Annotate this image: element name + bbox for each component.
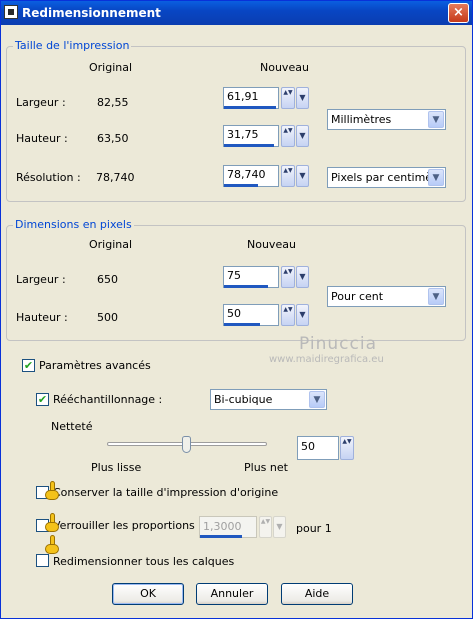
resample-method-select[interactable]: Bi-cubique ▼	[210, 389, 327, 410]
advanced-settings-label: Paramètres avancés	[39, 359, 151, 372]
print-width-dropdown-icon[interactable]: ▼	[296, 87, 309, 109]
chevron-down-icon[interactable]: ▼	[428, 288, 444, 305]
lock-ratio-label: Verrouiller les proportions :	[53, 519, 202, 532]
advanced-settings-checkbox[interactable]: ✔	[22, 359, 35, 372]
sharpness-spinner[interactable]: 50 ▲▼	[297, 436, 354, 460]
resolution-spinner[interactable]: 78,740 ▲▼ ▼	[223, 165, 309, 188]
print-height-label: Hauteur :	[16, 132, 68, 145]
resolution-label: Résolution :	[16, 171, 81, 184]
print-height-updown-icon[interactable]: ▲▼	[281, 125, 295, 147]
pixel-height-dropdown-icon[interactable]: ▼	[296, 304, 309, 326]
pixel-width-spinner[interactable]: 75 ▲▼ ▼	[223, 266, 309, 289]
chevron-down-icon[interactable]: ▼	[428, 111, 444, 128]
resolution-bar	[224, 184, 258, 187]
resolution-updown-icon[interactable]: ▲▼	[281, 165, 295, 187]
pointing-hand-icon	[43, 513, 61, 533]
sharpness-label: Netteté	[51, 420, 93, 433]
pixel-height-bar	[224, 323, 260, 326]
pixel-width-bar	[224, 285, 268, 288]
pixel-new-header: Nouveau	[247, 238, 296, 251]
ratio-spinner: 1,3000 ▲▼ ▼	[199, 516, 286, 539]
print-width-label: Largeur :	[16, 96, 66, 109]
print-height-spinner[interactable]: 31,75 ▲▼ ▼	[223, 125, 309, 148]
pixel-original-header: Original	[89, 238, 133, 251]
pixel-width-label: Largeur :	[16, 273, 66, 286]
resolution-unit-select[interactable]: Pixels par centimètre ▼	[327, 167, 446, 188]
pixel-unit-select[interactable]: Pour cent ▼	[327, 286, 446, 307]
print-unit-value: Millimètres	[331, 113, 392, 126]
pixel-width-original: 650	[97, 273, 118, 286]
chevron-down-icon[interactable]: ▼	[428, 169, 444, 186]
pointing-hand-icon	[43, 535, 61, 555]
pixel-unit-value: Pour cent	[331, 290, 384, 303]
close-button[interactable]: ×	[448, 3, 469, 23]
ratio-suffix: pour 1	[296, 522, 332, 535]
slider-max-label: Plus net	[244, 461, 288, 474]
ok-button[interactable]: OK	[112, 583, 184, 605]
resolution-unit-value: Pixels par centimètre	[331, 171, 429, 184]
print-width-spinner[interactable]: 61,91 ▲▼ ▼	[223, 87, 309, 110]
app-icon	[4, 5, 18, 19]
print-original-header: Original	[89, 61, 133, 74]
print-new-header: Nouveau	[260, 61, 309, 74]
print-height-bar	[224, 144, 274, 147]
keep-print-size-label: Conserver la taille d'impression d'origi…	[53, 486, 279, 499]
help-button[interactable]: Aide	[281, 583, 353, 605]
resample-checkbox[interactable]: ✔	[36, 393, 49, 406]
sharpness-input[interactable]: 50	[297, 436, 339, 460]
resize-all-layers-checkbox[interactable]	[36, 554, 49, 567]
slider-min-label: Plus lisse	[91, 461, 142, 474]
pixel-height-updown-icon[interactable]: ▲▼	[281, 304, 295, 326]
pixel-height-spinner[interactable]: 50 ▲▼ ▼	[223, 304, 309, 327]
print-size-title: Taille de l'impression	[13, 39, 132, 52]
resize-dialog: Redimensionnement × Taille de l'impressi…	[0, 0, 473, 619]
print-unit-select[interactable]: Millimètres ▼	[327, 109, 446, 130]
print-height-original: 63,50	[97, 132, 129, 145]
pixel-width-updown-icon[interactable]: ▲▼	[281, 266, 295, 288]
pixel-width-dropdown-icon[interactable]: ▼	[296, 266, 309, 288]
watermark-url: www.maidiregrafica.eu	[269, 354, 384, 365]
ratio-bar	[200, 535, 242, 538]
resample-method-value: Bi-cubique	[214, 393, 273, 406]
pixel-dimensions-title: Dimensions en pixels	[13, 218, 134, 231]
title-bar[interactable]: Redimensionnement ×	[1, 1, 472, 25]
chevron-down-icon[interactable]: ▼	[309, 391, 325, 408]
sharpness-updown-icon[interactable]: ▲▼	[340, 436, 354, 460]
window-title: Redimensionnement	[22, 6, 161, 20]
pixel-height-original: 500	[97, 311, 118, 324]
pixel-height-label: Hauteur :	[16, 311, 68, 324]
pointing-hand-icon	[43, 481, 61, 501]
sharpness-slider-thumb[interactable]	[182, 436, 191, 453]
watermark-name: Pinuccia	[299, 334, 377, 354]
resize-all-layers-label: Redimensionner tous les calques	[53, 555, 235, 568]
print-width-bar	[224, 106, 276, 109]
cancel-button[interactable]: Annuler	[196, 583, 268, 605]
resolution-original: 78,740	[96, 171, 135, 184]
print-width-updown-icon[interactable]: ▲▼	[281, 87, 295, 109]
print-height-dropdown-icon[interactable]: ▼	[296, 125, 309, 147]
print-width-original: 82,55	[97, 96, 129, 109]
resolution-dropdown-icon[interactable]: ▼	[296, 165, 309, 187]
resample-label: Rééchantillonnage :	[53, 393, 163, 406]
ratio-dropdown-icon: ▼	[273, 516, 286, 538]
ratio-updown-icon: ▲▼	[259, 516, 272, 538]
